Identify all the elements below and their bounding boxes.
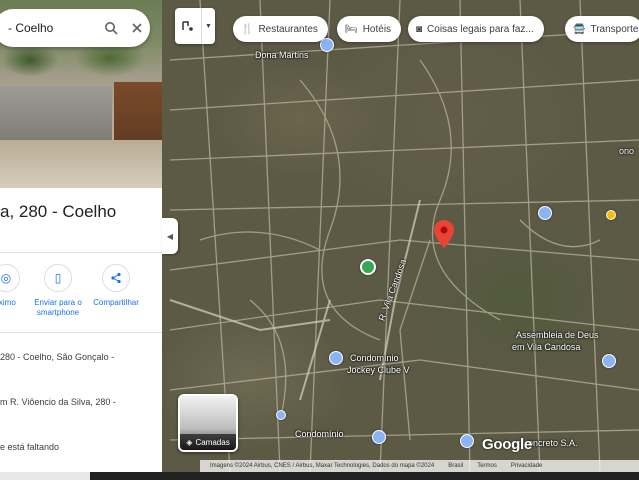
- layers-thumbnail[interactable]: ◈ Camadas: [178, 394, 238, 452]
- bottom-strip-segment: [0, 472, 90, 480]
- map-label-right: ono: [619, 146, 635, 156]
- chip-label: Coisas legais para faz...: [427, 23, 534, 35]
- camera-icon: ◙: [416, 23, 423, 35]
- poi-marker[interactable]: [460, 434, 474, 448]
- green-place-marker[interactable]: [360, 259, 376, 275]
- google-logo: Google: [482, 436, 532, 453]
- poi-marker[interactable]: [276, 410, 286, 420]
- divider: [0, 252, 162, 253]
- poi-marker[interactable]: [602, 354, 616, 368]
- close-icon[interactable]: [124, 15, 150, 41]
- attribution-country[interactable]: Brasil: [448, 463, 463, 469]
- layers-icon: [175, 8, 202, 44]
- map-label-bottom: Condomínio: [295, 429, 344, 439]
- smartphone-icon: ▯: [44, 264, 72, 292]
- place-title: a, 280 - Coelho: [0, 202, 117, 221]
- map-label-top: Dona Martins: [255, 50, 309, 60]
- photo-wall: [0, 86, 112, 140]
- map-label-assembleia: Assembleia de Deus: [516, 330, 599, 340]
- map-attribution: Imagens ©2024 Airbus, CNES / Airbus, Max…: [200, 460, 639, 472]
- action-label: Enviar para o smartphone: [34, 298, 82, 317]
- share-icon: [102, 264, 130, 292]
- chip-restaurants[interactable]: 🍴 Restaurantes: [233, 16, 328, 42]
- restaurant-icon: 🍴: [241, 23, 254, 35]
- send-to-phone-button[interactable]: ▯ Enviar para o smartphone: [28, 264, 88, 318]
- action-label: Compartilhar: [93, 298, 139, 307]
- layers-icon: ◈: [186, 437, 193, 447]
- poi-marker[interactable]: [329, 351, 343, 365]
- dropdown-arrow-icon[interactable]: ▼: [202, 23, 215, 30]
- transit-icon: 🚍: [573, 23, 586, 35]
- share-button[interactable]: Compartilhar: [86, 264, 146, 308]
- collapse-panel-button[interactable]: ◀: [162, 218, 178, 254]
- attribution-text: Imagens ©2024 Airbus, CNES / Airbus, Max…: [210, 463, 435, 469]
- search-icon[interactable]: [98, 15, 124, 41]
- chip-label: Hotéis: [362, 23, 392, 35]
- action-label: rximo: [0, 298, 16, 307]
- search-input[interactable]: - Coelho: [8, 21, 98, 35]
- poi-marker[interactable]: [606, 210, 616, 220]
- layers-label-bar: ◈ Camadas: [180, 434, 236, 450]
- map-label-condominio-2: Jockey Clube V: [347, 365, 410, 375]
- layers-toggle-button[interactable]: ▼: [175, 8, 215, 44]
- chip-transit[interactable]: 🚍 Transporte: [565, 16, 639, 42]
- poi-marker[interactable]: [320, 38, 334, 52]
- search-box[interactable]: - Coelho: [0, 9, 150, 47]
- street-row[interactable]: m R. Viôencio da Silva, 280 -: [0, 397, 116, 407]
- map-label-assembleia-2: em Vila Candosa: [512, 342, 581, 352]
- bottom-strip: [0, 472, 639, 480]
- photo-ground: [0, 140, 162, 188]
- chip-label: Transporte: [590, 23, 639, 35]
- divider: [0, 332, 162, 333]
- chip-things-to-do[interactable]: ◙ Coisas legais para faz...: [408, 16, 544, 42]
- privacy-link[interactable]: Privacidade: [511, 463, 542, 469]
- chevron-left-icon: ◀: [166, 231, 174, 241]
- chip-hotels[interactable]: 🛏 Hotéis: [337, 16, 402, 42]
- poi-marker[interactable]: [372, 430, 386, 444]
- terms-link[interactable]: Termos: [477, 463, 497, 469]
- layers-label: Camadas: [195, 437, 230, 447]
- hotel-icon: 🛏: [345, 23, 358, 35]
- missing-info-row[interactable]: e está faltando: [0, 442, 59, 452]
- place-side-panel: - Coelho a, 280 - Coelho ◎ rximo ▯ Envia…: [0, 0, 162, 472]
- map-label-condominio: Condomínio: [350, 353, 399, 363]
- poi-marker[interactable]: [538, 206, 552, 220]
- location-pin-icon[interactable]: [434, 220, 454, 248]
- map-label-concreto: oncreto S.A.: [528, 438, 578, 448]
- chip-label: Restaurantes: [258, 23, 318, 35]
- nearby-icon: ◎: [0, 264, 20, 292]
- address-row[interactable]: 280 - Coelho, São Gonçalo -: [0, 352, 114, 362]
